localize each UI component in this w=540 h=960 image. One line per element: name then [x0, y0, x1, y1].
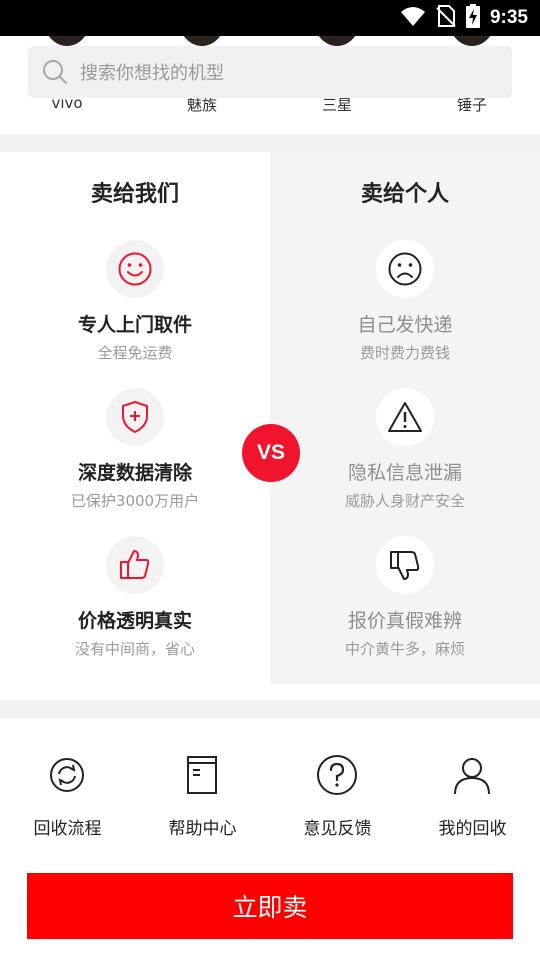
- benefit-subtitle: 没有中间商，省心: [74, 640, 195, 658]
- drawback-title: 报价真假难辨: [347, 610, 462, 632]
- drawback-subtitle: 威胁人身财产安全: [344, 492, 465, 510]
- brand-logo: [179, 36, 225, 46]
- battery-charging-icon: [465, 4, 480, 32]
- status-icons: 9:35: [400, 0, 528, 36]
- book-icon: [181, 754, 223, 796]
- benefit-title: 价格透明真实: [77, 610, 192, 632]
- search-icon: [42, 59, 68, 85]
- sell-to-us-column: 卖给我们 专人上门取件 全程免运费 深度数据清除 已保护3000万用户 价格透明…: [0, 152, 270, 700]
- refresh-icon: [46, 754, 88, 796]
- brand-strip: vivo 魅族 三星 锤子 搜索你想找的机型: [0, 36, 540, 134]
- column-title: 卖给我们: [90, 182, 179, 207]
- quick-link-label: 帮助中心: [168, 819, 237, 839]
- quick-link-label: 我的回收: [438, 819, 507, 839]
- column-title: 卖给个人: [360, 182, 449, 207]
- benefit-title: 深度数据清除: [77, 462, 192, 484]
- no-sim-icon: [436, 5, 456, 31]
- feedback-link[interactable]: 意见反馈: [270, 754, 405, 844]
- drawback-title: 隐私信息泄漏: [347, 462, 462, 484]
- recycle-process-link[interactable]: 回收流程: [0, 754, 135, 844]
- bottom-panel: 回收流程 帮助中心 意见反馈 我的回收 立即卖: [0, 718, 540, 960]
- sell-to-individual-column: 卖给个人 自己发快递 费时费力费钱 隐私信息泄漏 威胁人身财产安全 报价真假难辨…: [270, 152, 540, 684]
- user-icon: [451, 754, 493, 796]
- brand-logo: [449, 36, 495, 46]
- status-time: 9:35: [489, 7, 528, 28]
- search-input[interactable]: 搜索你想找的机型: [28, 46, 512, 98]
- brand-logo: [314, 36, 360, 46]
- wifi-icon: [400, 5, 426, 31]
- smile-icon: [106, 240, 164, 298]
- comparison-section: 卖给我们 专人上门取件 全程免运费 深度数据清除 已保护3000万用户 价格透明…: [0, 152, 540, 700]
- drawback-subtitle: 费时费力费钱: [359, 344, 450, 362]
- thumbs-up-icon: [106, 536, 164, 594]
- sell-now-button[interactable]: 立即卖: [27, 873, 513, 939]
- help-center-link[interactable]: 帮助中心: [135, 754, 270, 844]
- sad-face-icon: [376, 240, 434, 298]
- benefit-title: 专人上门取件: [77, 314, 192, 336]
- vs-badge: VS: [242, 424, 300, 482]
- app-screen: 9:35 vivo 魅族 三星 锤子 搜索你想找的机型 卖给我们 专人上门取件 …: [0, 0, 540, 960]
- benefit-subtitle: 已保护3000万用户: [70, 492, 200, 510]
- thumbs-down-icon: [376, 536, 434, 594]
- quick-link-label: 意见反馈: [303, 819, 372, 839]
- drawback-title: 自己发快递: [357, 314, 453, 336]
- quick-link-label: 回收流程: [33, 819, 102, 839]
- shield-plus-icon: [106, 388, 164, 446]
- search-placeholder: 搜索你想找的机型: [80, 63, 224, 84]
- brand-logo: [44, 36, 90, 46]
- drawback-subtitle: 中介黄牛多，麻烦: [344, 640, 465, 658]
- my-recycle-link[interactable]: 我的回收: [405, 754, 540, 844]
- benefit-subtitle: 全程免运费: [97, 344, 173, 362]
- warning-icon: [376, 388, 434, 446]
- status-bar: 9:35: [0, 0, 540, 36]
- question-icon: [316, 754, 358, 796]
